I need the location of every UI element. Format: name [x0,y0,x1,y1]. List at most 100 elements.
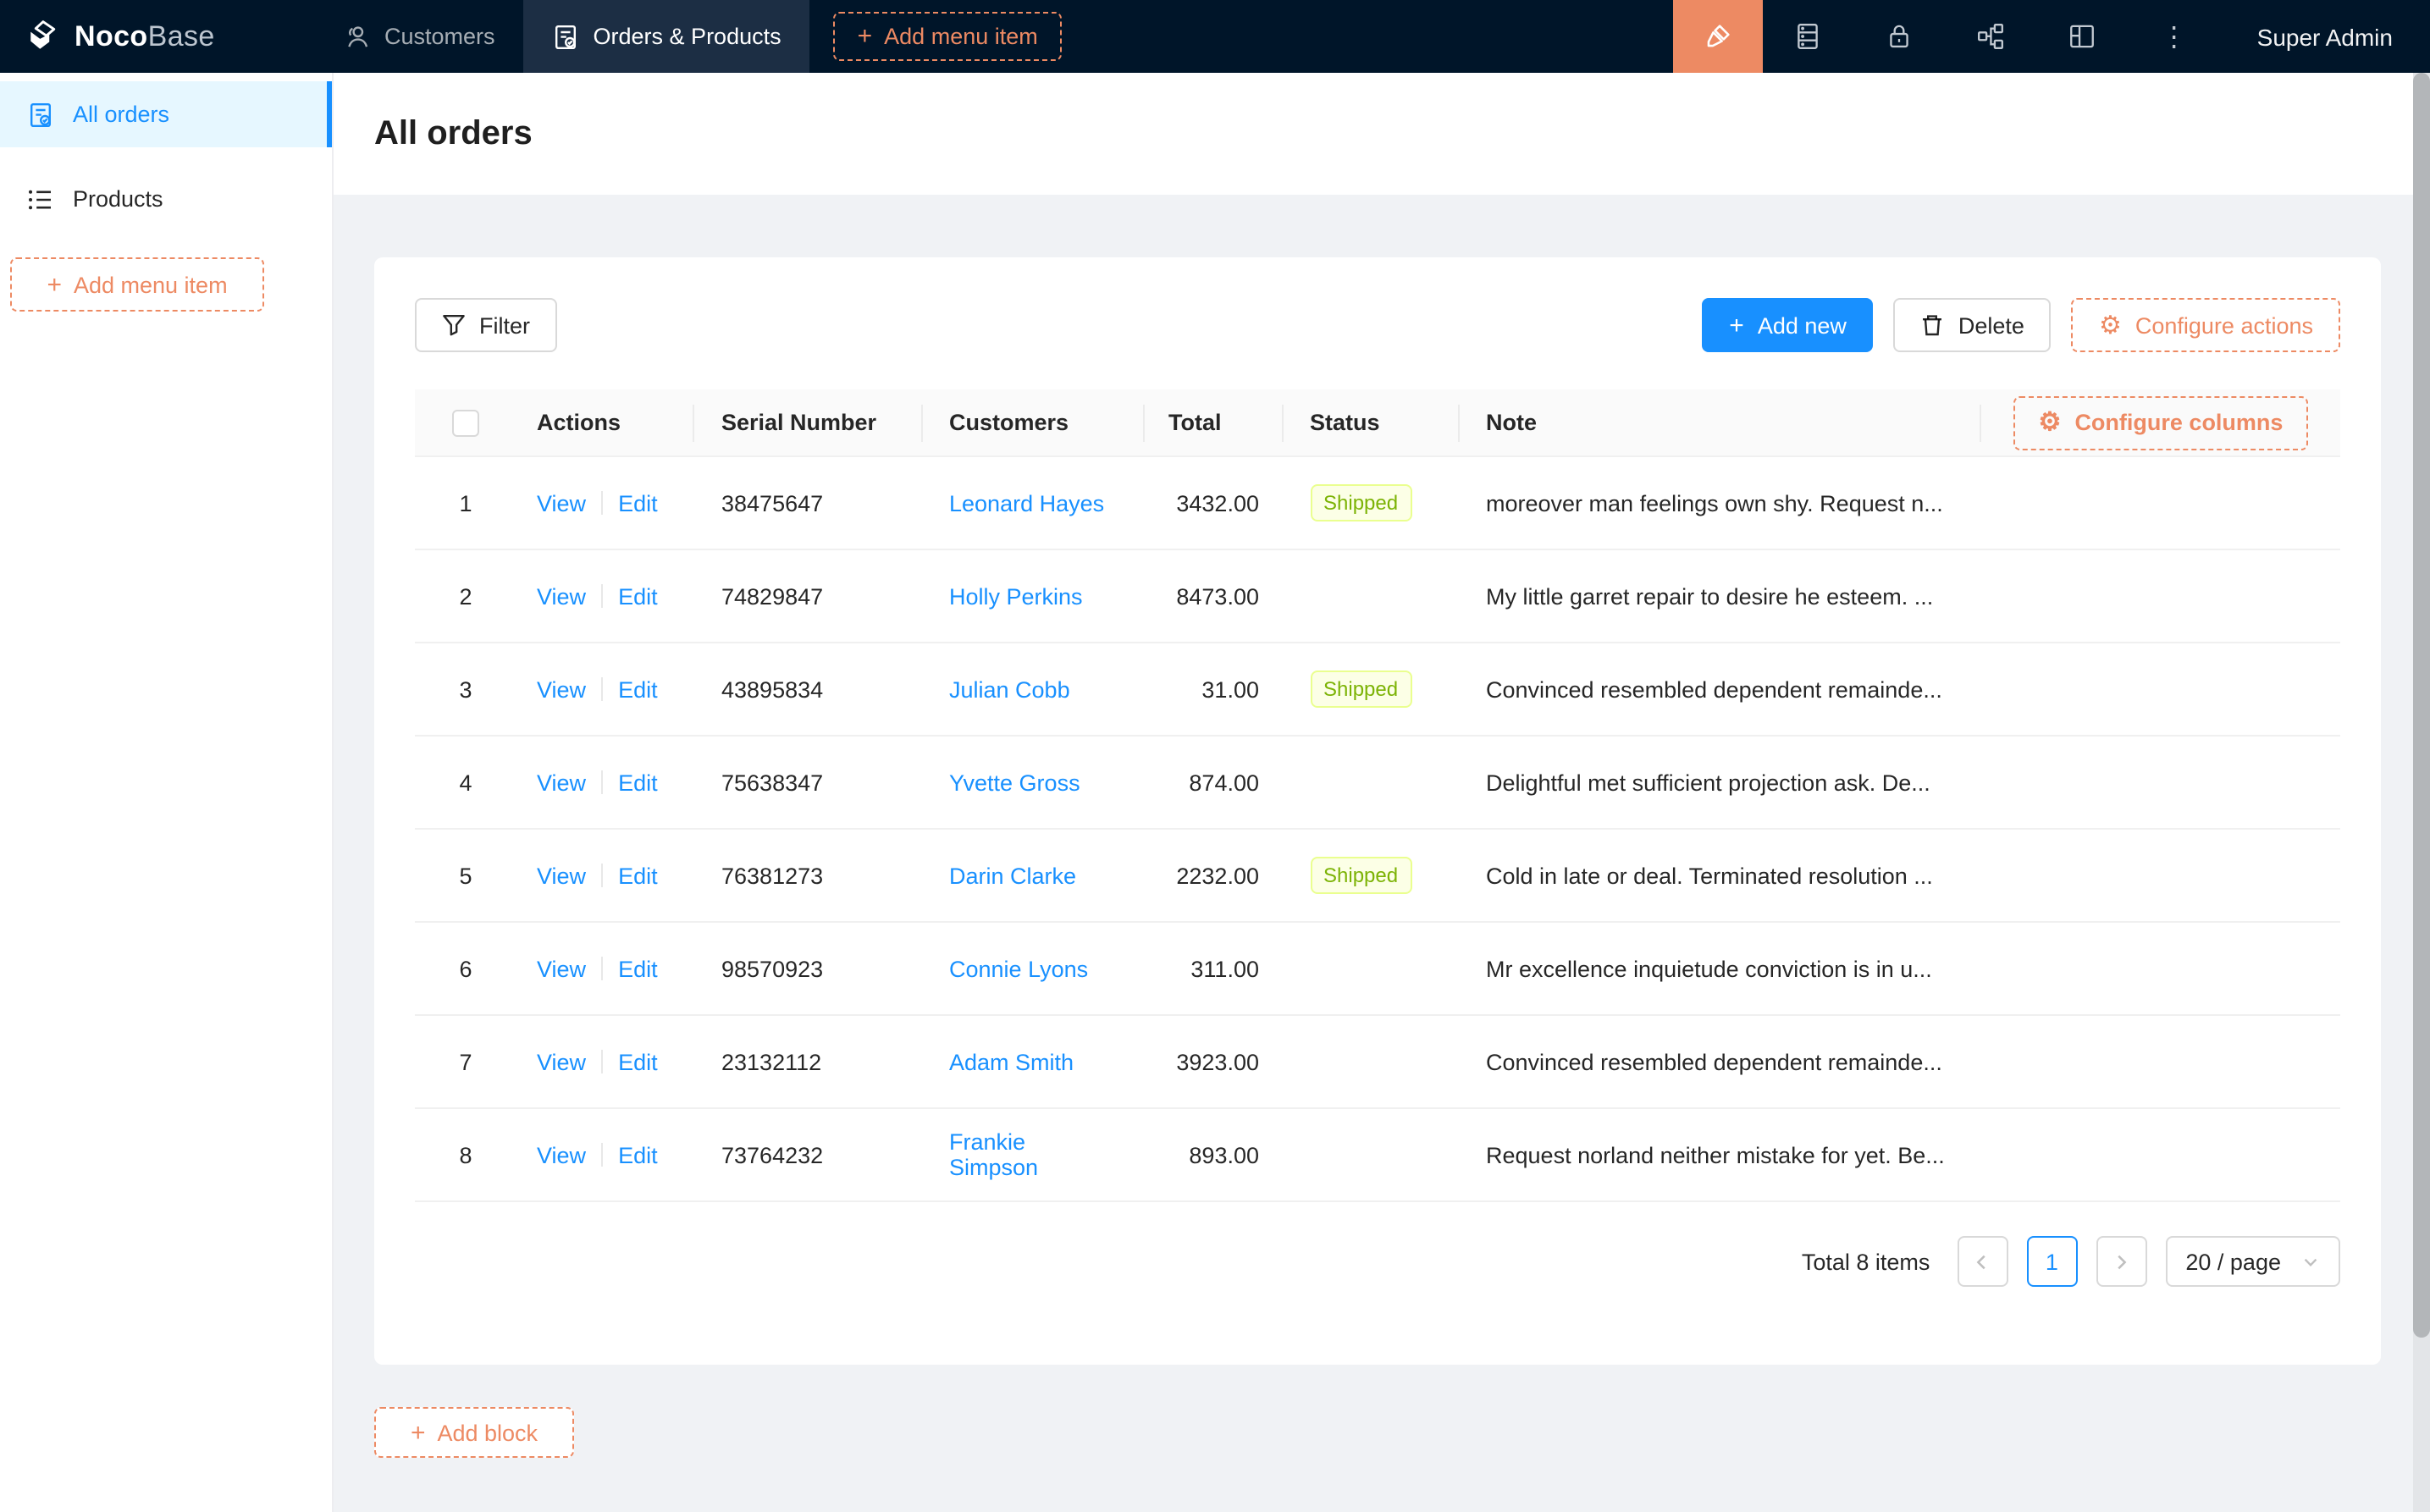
sidebar-item-all-orders[interactable]: All orders [0,81,332,147]
pagination-total: Total 8 items [1802,1249,1930,1274]
collections-icon[interactable] [1763,0,1854,73]
status-badge: Shipped [1310,857,1411,894]
pagination: Total 8 items 1 20 / page [415,1236,2340,1287]
plus-icon: + [1729,312,1744,338]
row-index: 4 [415,770,516,795]
view-link[interactable]: View [537,583,586,609]
pagination-page-1[interactable]: 1 [2026,1236,2077,1287]
customer-link[interactable]: Leonard Hayes [949,490,1104,516]
add-block-button[interactable]: + Add block [374,1407,574,1458]
serial-number-cell: 73764232 [694,1142,922,1167]
layout-icon[interactable] [2037,0,2129,73]
status-badge: Shipped [1310,484,1411,521]
view-link[interactable]: View [537,1049,586,1074]
page-header: All orders [334,73,2430,195]
nocobase-logo[interactable]: NocoBase [0,0,315,73]
serial-number-cell: 43895834 [694,676,922,702]
select-all-checkbox[interactable] [452,409,479,436]
table-row: 6 View Edit 98570923 Connie Lyons 311.00… [415,923,2340,1016]
total-cell: 3432.00 [1145,490,1283,516]
row-index: 1 [415,490,516,516]
filter-button[interactable]: Filter [415,298,557,352]
edit-link[interactable]: Edit [618,490,658,516]
pagination-prev-button[interactable] [1957,1236,2008,1287]
customer-link[interactable]: Julian Cobb [949,676,1070,702]
edit-link[interactable]: Edit [618,956,658,981]
view-link[interactable]: View [537,676,586,702]
row-index: 3 [415,676,516,702]
delete-button[interactable]: Delete [1894,298,2052,352]
row-index: 7 [415,1049,516,1074]
ui-editor-highlighter-icon[interactable] [1673,0,1763,73]
edit-link[interactable]: Edit [618,583,658,609]
page-size-select[interactable]: 20 / page [2165,1236,2340,1287]
lock-icon[interactable] [1854,0,1946,73]
customer-link[interactable]: Adam Smith [949,1049,1074,1074]
link-divider [601,677,603,701]
note-cell: My little garret repair to desire he est… [1459,583,1981,609]
note-cell: moreover man feelings own shy. Request n… [1459,490,1981,516]
page-title: All orders [374,114,533,153]
status-cell: Shipped [1283,484,1459,521]
view-link[interactable]: View [537,490,586,516]
configure-actions-button[interactable]: ⚙ Configure actions [2072,298,2340,352]
top-menu: Customers Orders & Products [315,0,810,73]
total-cell: 31.00 [1145,676,1283,702]
row-actions: View Edit [516,1142,694,1167]
note-cell: Convinced resembled dependent remainde..… [1459,676,1981,702]
customer-cell: Holly Perkins [922,583,1145,609]
plus-icon: + [858,24,873,49]
sidebar-item-products[interactable]: Products [0,166,332,232]
topbar-add-menu-item-label: Add menu item [884,24,1038,49]
view-link[interactable]: View [537,863,586,888]
customer-link[interactable]: Holly Perkins [949,583,1083,609]
view-link[interactable]: View [537,1142,586,1167]
customer-link[interactable]: Darin Clarke [949,863,1076,888]
customer-cell: Frankie Simpson [922,1129,1145,1180]
header-customers: Customers [922,389,1145,455]
more-icon[interactable]: ⋮ [2129,0,2220,73]
customers-icon [344,23,371,50]
filter-icon [442,313,466,337]
user-menu[interactable]: Super Admin [2220,0,2430,73]
link-divider [601,1143,603,1167]
workflow-icon[interactable] [1946,0,2037,73]
topbar-add-menu-item-button[interactable]: + Add menu item [834,12,1062,61]
customer-cell: Leonard Hayes [922,490,1145,516]
orders-products-icon [553,23,580,50]
customer-link[interactable]: Connie Lyons [949,956,1088,981]
sidebar-add-menu-item-button[interactable]: + Add menu item [10,257,264,312]
view-link[interactable]: View [537,956,586,981]
total-cell: 2232.00 [1145,863,1283,888]
add-new-button[interactable]: + Add new [1702,298,1874,352]
scrollbar-thumb[interactable] [2413,73,2430,1338]
total-cell: 3923.00 [1145,1049,1283,1074]
edit-link[interactable]: Edit [618,1049,658,1074]
link-divider [601,584,603,608]
serial-number-cell: 38475647 [694,490,922,516]
pagination-next-button[interactable] [2096,1236,2146,1287]
sidebar-item-label: All orders [73,102,169,127]
orders-table-block: Filter + Add new Delete [374,257,2381,1365]
serial-number-cell: 23132112 [694,1049,922,1074]
edit-link[interactable]: Edit [618,770,658,795]
customer-cell: Adam Smith [922,1049,1145,1074]
edit-link[interactable]: Edit [618,676,658,702]
add-block-label: Add block [437,1420,538,1445]
header-configure-cell: ⚙ Configure columns [1981,389,2340,455]
topbar-right-actions: ⋮ Super Admin [1673,0,2430,73]
tab-orders-products[interactable]: Orders & Products [524,0,810,73]
tab-customers[interactable]: Customers [315,0,524,73]
edit-link[interactable]: Edit [618,1142,658,1167]
customer-cell: Connie Lyons [922,956,1145,981]
list-icon [27,185,54,212]
customer-link[interactable]: Yvette Gross [949,770,1080,795]
edit-link[interactable]: Edit [618,863,658,888]
customer-link[interactable]: Frankie Simpson [949,1129,1038,1180]
status-badge: Shipped [1310,670,1411,708]
table-row: 5 View Edit 76381273 Darin Clarke 2232.0… [415,830,2340,923]
view-link[interactable]: View [537,770,586,795]
configure-columns-button[interactable]: ⚙ Configure columns [2013,395,2309,450]
row-index: 8 [415,1142,516,1167]
serial-number-cell: 98570923 [694,956,922,981]
